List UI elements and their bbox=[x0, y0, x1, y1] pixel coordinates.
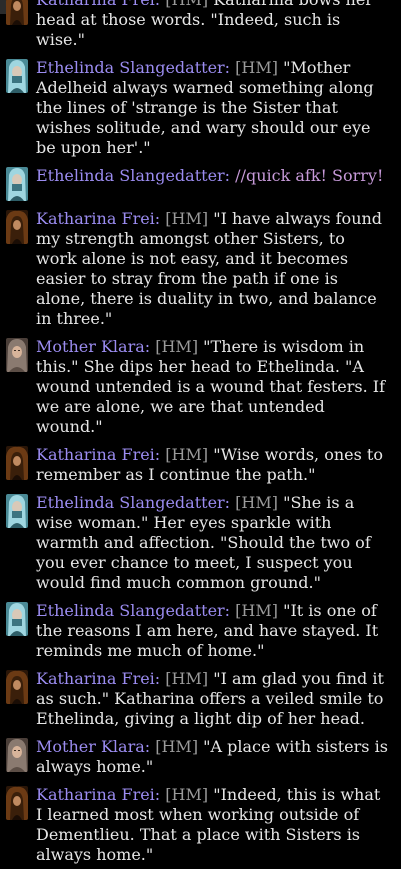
chat-log[interactable]: Katharina Frei: [HM] Katharina bows her … bbox=[0, 0, 401, 869]
channel-tag: [HM] bbox=[235, 58, 278, 77]
portrait-katharina-icon[interactable] bbox=[6, 446, 28, 480]
message-text: Katharina Frei: [HM] Katharina bows her … bbox=[36, 0, 401, 50]
channel-tag: [HM] bbox=[235, 493, 278, 512]
speaker-name[interactable]: Ethelinda Slangedatter: bbox=[36, 493, 230, 512]
message-text: Mother Klara: [HM] "A place with sisters… bbox=[36, 737, 401, 777]
channel-tag: [HM] bbox=[155, 337, 199, 356]
speaker-name[interactable]: Katharina Frei: bbox=[36, 0, 160, 9]
channel-tag: [HM] bbox=[165, 209, 209, 228]
speaker-name[interactable]: Mother Klara: bbox=[36, 737, 150, 756]
portrait-katharina-icon[interactable] bbox=[6, 670, 28, 704]
portrait-ethelinda-icon[interactable] bbox=[6, 602, 28, 636]
chat-message: Mother Klara: [HM] "There is wisdom in t… bbox=[0, 333, 401, 441]
portrait-klara-icon[interactable] bbox=[6, 338, 28, 372]
message-text: Katharina Frei: [HM] "I am glad you find… bbox=[36, 669, 401, 729]
portrait-katharina-icon[interactable] bbox=[6, 210, 28, 244]
speaker-name[interactable]: Katharina Frei: bbox=[36, 445, 160, 464]
chat-message: Katharina Frei: [HM] "I am glad you find… bbox=[0, 665, 401, 733]
channel-tag: [HM] bbox=[165, 669, 209, 688]
channel-tag: [HM] bbox=[155, 737, 199, 756]
message-body: //quick afk! Sorry! bbox=[235, 166, 384, 185]
channel-tag: [HM] bbox=[165, 785, 209, 804]
portrait-katharina-icon[interactable] bbox=[6, 786, 28, 820]
speaker-name[interactable]: Katharina Frei: bbox=[36, 785, 160, 804]
message-text: Mother Klara: [HM] "There is wisdom in t… bbox=[36, 337, 401, 437]
chat-message: Katharina Frei: [HM] Katharina bows her … bbox=[0, 0, 401, 54]
message-text: Katharina Frei: [HM] "Wise words, ones t… bbox=[36, 445, 401, 485]
portrait-ethelinda-icon[interactable] bbox=[6, 494, 28, 528]
speaker-name[interactable]: Katharina Frei: bbox=[36, 669, 160, 688]
chat-message: Ethelinda Slangedatter: [HM] "Mother Ade… bbox=[0, 54, 401, 162]
speaker-name[interactable]: Ethelinda Slangedatter: bbox=[36, 601, 230, 620]
speaker-name[interactable]: Mother Klara: bbox=[36, 337, 150, 356]
chat-message: Mother Klara: [HM] "A place with sisters… bbox=[0, 733, 401, 781]
portrait-ethelinda-icon[interactable] bbox=[6, 59, 28, 93]
message-text: Katharina Frei: [HM] "Indeed, this is wh… bbox=[36, 785, 401, 865]
message-text: Ethelinda Slangedatter: [HM] "Mother Ade… bbox=[36, 58, 401, 158]
message-text: Katharina Frei: [HM] "I have always foun… bbox=[36, 209, 401, 329]
portrait-ethelinda-icon[interactable] bbox=[6, 167, 28, 201]
channel-tag: [HM] bbox=[235, 601, 278, 620]
speaker-name[interactable]: Ethelinda Slangedatter: bbox=[36, 166, 230, 185]
chat-message: Ethelinda Slangedatter: [HM] "She is a w… bbox=[0, 489, 401, 597]
chat-message: Ethelinda Slangedatter: [HM] "It is one … bbox=[0, 597, 401, 665]
speaker-name[interactable]: Ethelinda Slangedatter: bbox=[36, 58, 230, 77]
chat-message: Katharina Frei: [HM] "Indeed, this is wh… bbox=[0, 781, 401, 869]
channel-tag: [HM] bbox=[165, 0, 208, 9]
channel-tag: [HM] bbox=[165, 445, 209, 464]
message-text: Ethelinda Slangedatter: //quick afk! Sor… bbox=[36, 166, 401, 186]
message-text: Ethelinda Slangedatter: [HM] "She is a w… bbox=[36, 493, 401, 593]
chat-message: Katharina Frei: [HM] "Wise words, ones t… bbox=[0, 441, 401, 489]
speaker-name[interactable]: Katharina Frei: bbox=[36, 209, 160, 228]
message-text: Ethelinda Slangedatter: [HM] "It is one … bbox=[36, 601, 401, 661]
chat-message: Katharina Frei: [HM] "I have always foun… bbox=[0, 205, 401, 333]
chat-message: Ethelinda Slangedatter: //quick afk! Sor… bbox=[0, 162, 401, 205]
portrait-klara-icon[interactable] bbox=[6, 738, 28, 772]
portrait-katharina-icon[interactable] bbox=[6, 0, 28, 25]
